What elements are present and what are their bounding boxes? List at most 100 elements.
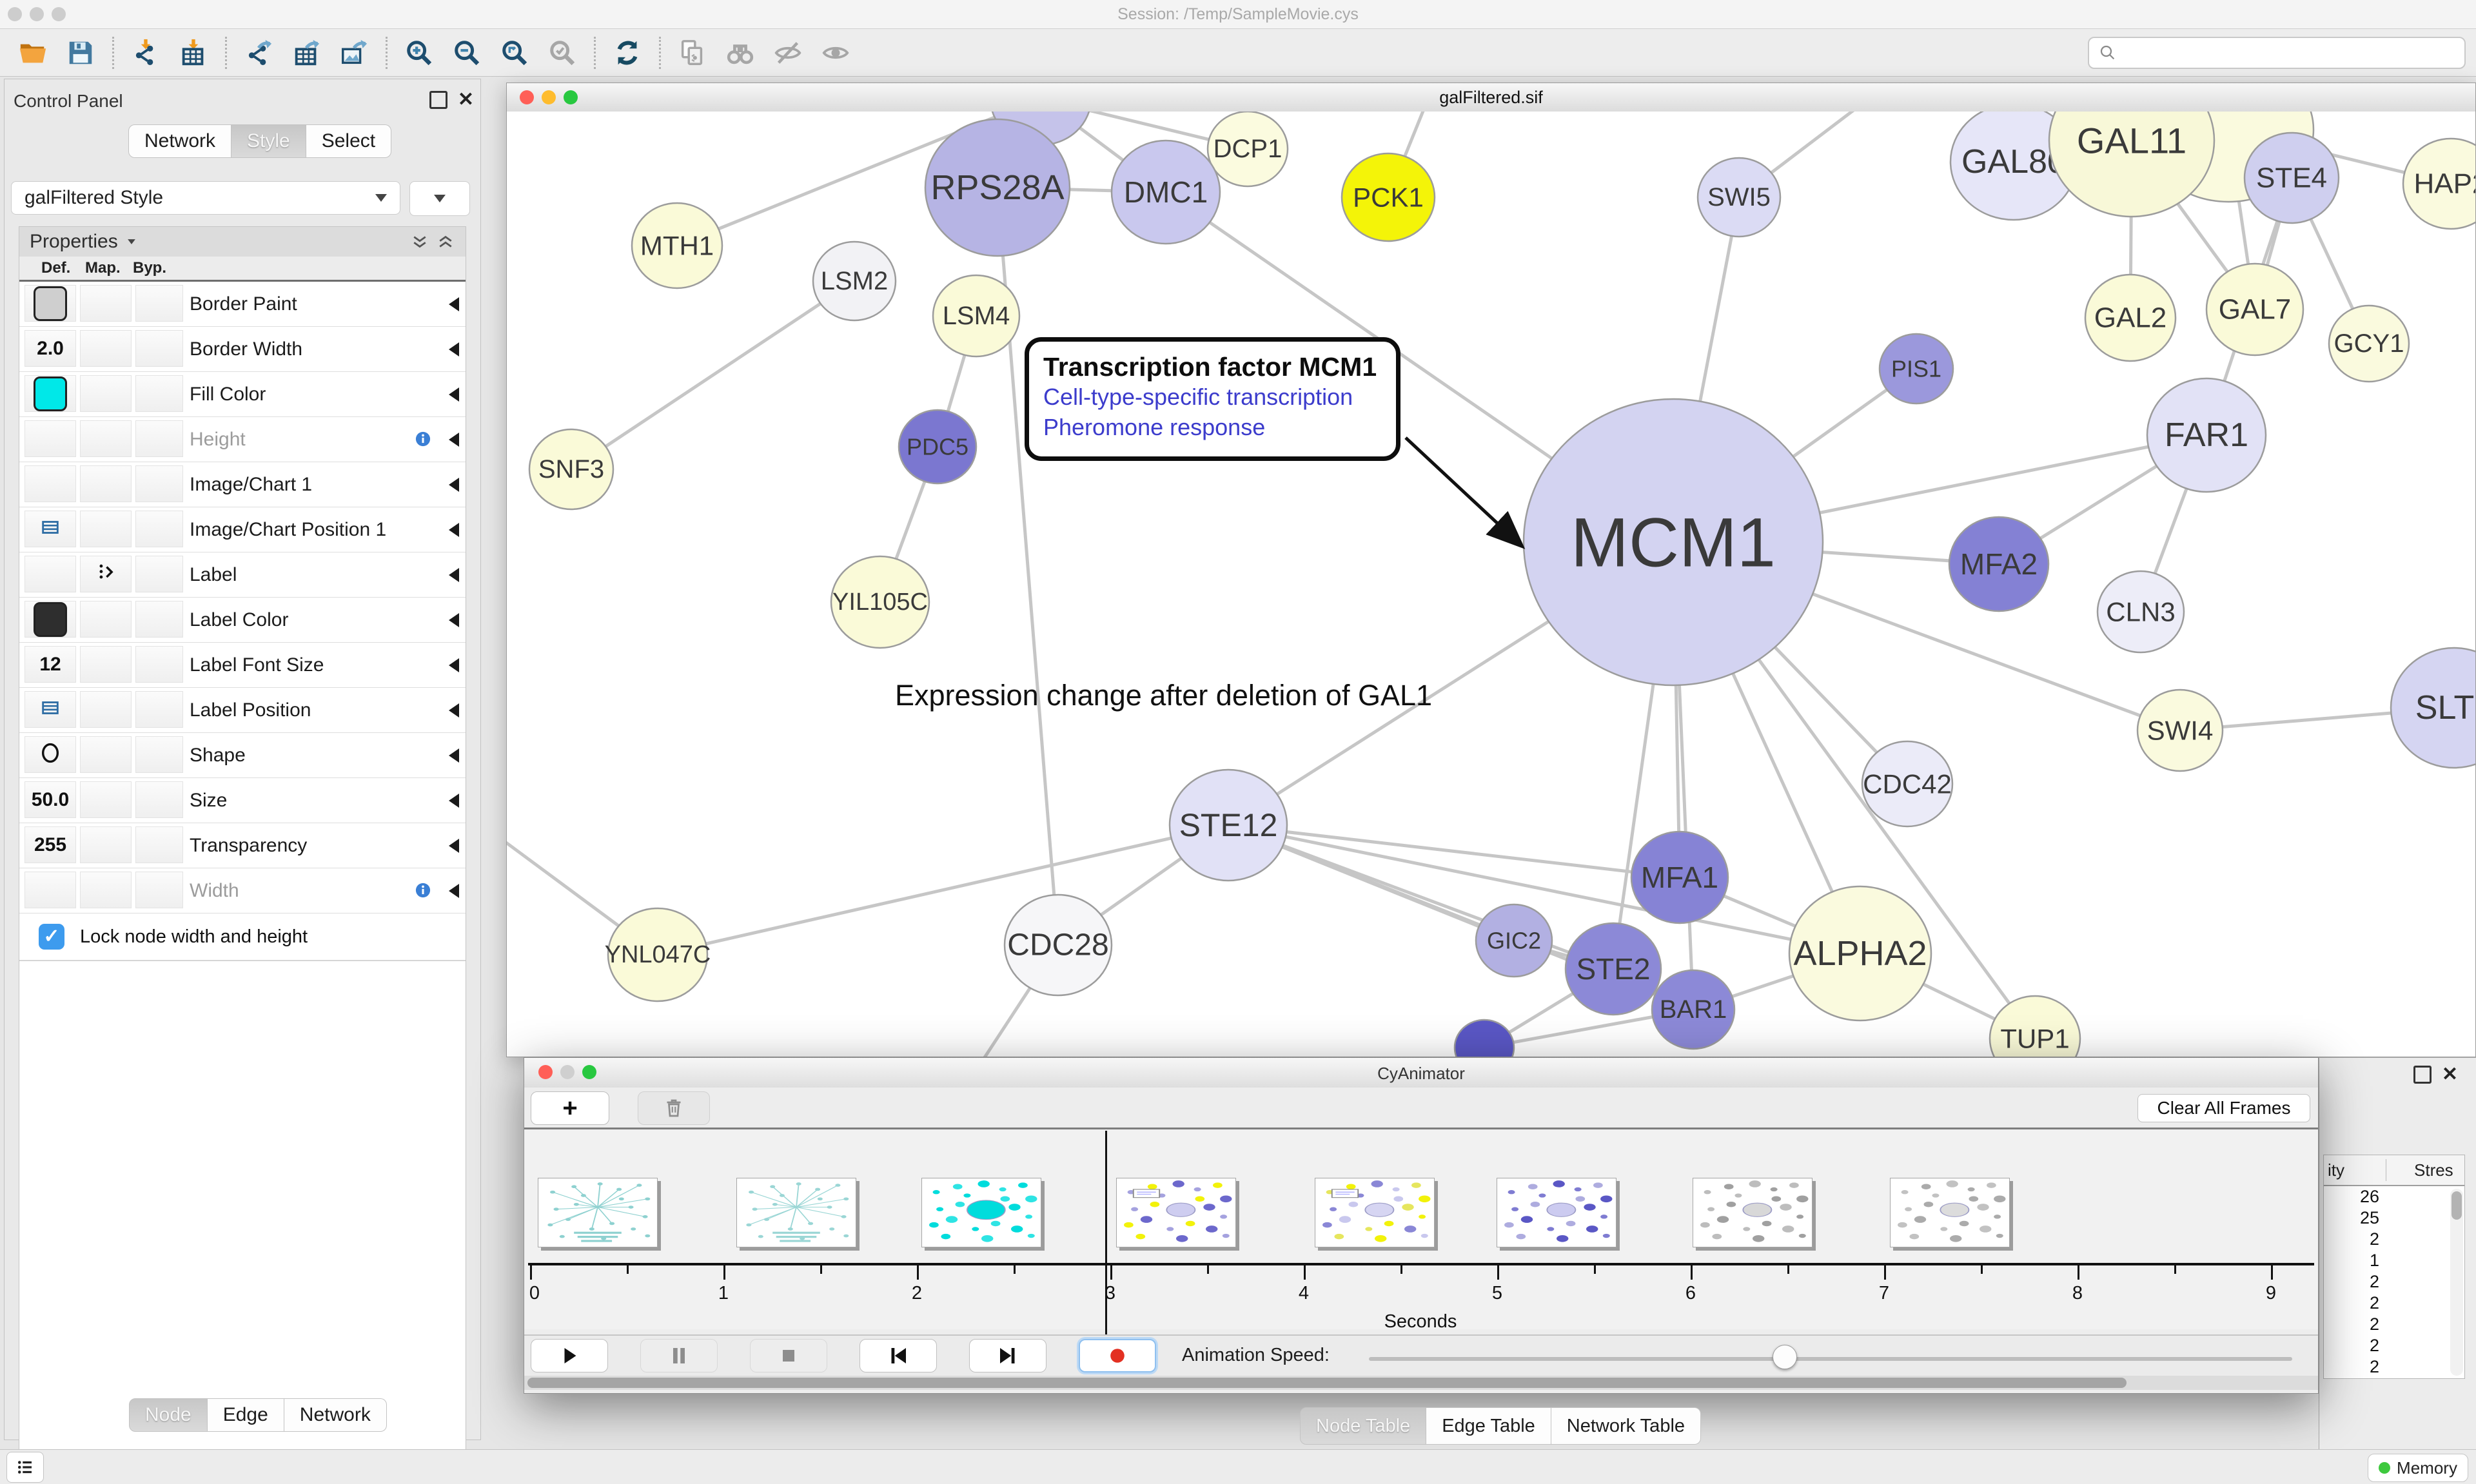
expand-row-icon[interactable]	[449, 387, 459, 402]
slider-thumb[interactable]	[1773, 1345, 1797, 1369]
import-table-button[interactable]	[170, 33, 217, 73]
table-row[interactable]: 1	[2324, 1250, 2464, 1271]
cell-value[interactable]: 2	[2370, 1357, 2379, 1377]
expand-row-icon[interactable]	[449, 433, 459, 447]
cell-value[interactable]: 2	[2370, 1272, 2379, 1292]
bypass-cell[interactable]	[135, 556, 183, 592]
bypass-cell[interactable]	[135, 375, 183, 412]
bypass-cell[interactable]	[135, 781, 183, 818]
node-ALPHA2[interactable]: ALPHA2	[1789, 886, 1931, 1020]
memory-button[interactable]: Memory	[2368, 1454, 2468, 1482]
search-objects-button[interactable]	[716, 33, 764, 73]
import-network-button[interactable]	[122, 33, 170, 73]
node-FAR1[interactable]: FAR1	[2147, 378, 2266, 492]
annotation-link-2[interactable]: Pheromone response	[1043, 413, 1382, 443]
default-value-cell[interactable]	[25, 691, 76, 728]
table-row[interactable]: 2	[2324, 1335, 2464, 1356]
collapse-all-icon[interactable]	[410, 232, 429, 251]
frame-thumbnail-8[interactable]	[1890, 1178, 2010, 1247]
tab-network-table[interactable]: Network Table	[1551, 1407, 1701, 1445]
edge-SNF3-LSM2[interactable]	[571, 281, 854, 469]
play-button[interactable]	[531, 1339, 608, 1372]
default-value-cell[interactable]	[25, 511, 76, 547]
bypass-cell[interactable]	[135, 511, 183, 547]
default-value-cell[interactable]: 50.0	[25, 781, 76, 818]
export-image-button[interactable]	[330, 33, 378, 73]
step-forward-button[interactable]	[969, 1339, 1046, 1372]
bypass-cell[interactable]	[135, 285, 183, 322]
node-MTH1[interactable]: MTH1	[632, 203, 722, 288]
lock-size-checkbox[interactable]: ✓	[39, 924, 64, 950]
expand-row-icon[interactable]	[449, 613, 459, 627]
mapping-cell[interactable]	[80, 872, 132, 908]
annotation-arrow[interactable]	[1406, 438, 1520, 545]
mapping-cell[interactable]	[80, 691, 132, 728]
mapping-cell[interactable]	[80, 601, 132, 638]
mapping-cell[interactable]	[80, 285, 132, 322]
default-value-cell[interactable]	[25, 420, 76, 457]
tab-node-table[interactable]: Node Table	[1300, 1407, 1426, 1445]
mapping-cell[interactable]	[80, 646, 132, 683]
copy-view-button[interactable]	[669, 33, 716, 73]
frame-thumbnail-3[interactable]	[921, 1178, 1041, 1247]
default-value-cell[interactable]	[25, 601, 76, 638]
info-icon[interactable]	[414, 430, 432, 448]
node-GAL7[interactable]: GAL7	[2206, 264, 2303, 355]
cell-value[interactable]: 2	[2370, 1336, 2379, 1356]
network-canvas[interactable]: DCP1RPS28ADMC1PCK1SWI5GAL80GAL11STE4HAP2…	[507, 112, 2475, 1057]
timeline-scrollbar[interactable]	[524, 1376, 2318, 1390]
default-value-cell[interactable]	[25, 375, 76, 412]
bypass-cell[interactable]	[135, 691, 183, 728]
node-SNF3[interactable]: SNF3	[529, 429, 613, 509]
zoom-in-button[interactable]	[395, 33, 443, 73]
properties-header[interactable]: Properties	[19, 227, 466, 257]
save-session-button[interactable]	[57, 33, 104, 73]
node-HAP2[interactable]: HAP2	[2403, 139, 2475, 229]
cell-value[interactable]: 2	[2370, 1229, 2379, 1249]
export-network-button[interactable]	[235, 33, 282, 73]
mapping-cell[interactable]	[80, 465, 132, 502]
default-value-cell[interactable]	[25, 285, 76, 322]
node-YIL105C[interactable]: YIL105C	[831, 556, 929, 648]
table-row[interactable]: 2	[2324, 1314, 2464, 1335]
node-STE4[interactable]: STE4	[2245, 133, 2339, 223]
table-row[interactable]: 2	[2324, 1271, 2464, 1293]
node-BAR1[interactable]: BAR1	[1652, 970, 1734, 1049]
node-LSM2[interactable]: LSM2	[813, 242, 896, 320]
frame-thumbnail-4[interactable]	[1116, 1178, 1236, 1247]
step-back-button[interactable]	[860, 1339, 937, 1372]
node-DMC1[interactable]: DMC1	[1112, 141, 1220, 244]
scrollbar-thumb[interactable]	[527, 1378, 2127, 1388]
tab-node[interactable]: Node	[129, 1398, 208, 1432]
node-CDC28[interactable]: CDC28	[1005, 895, 1112, 995]
node-SWI4[interactable]: SWI4	[2137, 690, 2223, 771]
frame-thumbnail-6[interactable]	[1497, 1178, 1616, 1247]
table-row[interactable]: 2	[2324, 1293, 2464, 1314]
node-MCM1[interactable]: MCM1	[1524, 399, 1823, 685]
refresh-button[interactable]	[604, 33, 651, 73]
node-SWI5[interactable]: SWI5	[1698, 158, 1780, 237]
info-icon[interactable]	[414, 881, 432, 899]
float-panel-icon[interactable]	[429, 91, 447, 109]
cyanimator-titlebar[interactable]: CyAnimator	[524, 1058, 2318, 1088]
node-RPS28A[interactable]: RPS28A	[925, 119, 1070, 256]
bypass-cell[interactable]	[135, 420, 183, 457]
default-value-cell[interactable]: 2.0	[25, 330, 76, 367]
mapping-cell[interactable]	[80, 781, 132, 818]
expand-row-icon[interactable]	[449, 748, 459, 763]
record-button[interactable]	[1079, 1339, 1156, 1372]
show-hidden-button[interactable]	[812, 33, 860, 73]
zoom-selected-button[interactable]	[538, 33, 586, 73]
node-PCK1[interactable]: PCK1	[1342, 153, 1435, 241]
mapping-cell[interactable]	[80, 330, 132, 367]
expand-row-icon[interactable]	[449, 703, 459, 718]
animation-speed-slider[interactable]	[1369, 1357, 2292, 1361]
column-header-centrality[interactable]: ity	[2328, 1160, 2344, 1180]
bypass-cell[interactable]	[135, 465, 183, 502]
default-value-cell[interactable]	[25, 465, 76, 502]
node-SLT2[interactable]: SLT2	[2391, 648, 2475, 768]
cell-value[interactable]: 2	[2370, 1314, 2379, 1334]
node-PIS1[interactable]: PIS1	[1880, 334, 1953, 404]
style-selector[interactable]: galFiltered Style	[11, 181, 400, 215]
mapping-cell[interactable]	[80, 511, 132, 547]
